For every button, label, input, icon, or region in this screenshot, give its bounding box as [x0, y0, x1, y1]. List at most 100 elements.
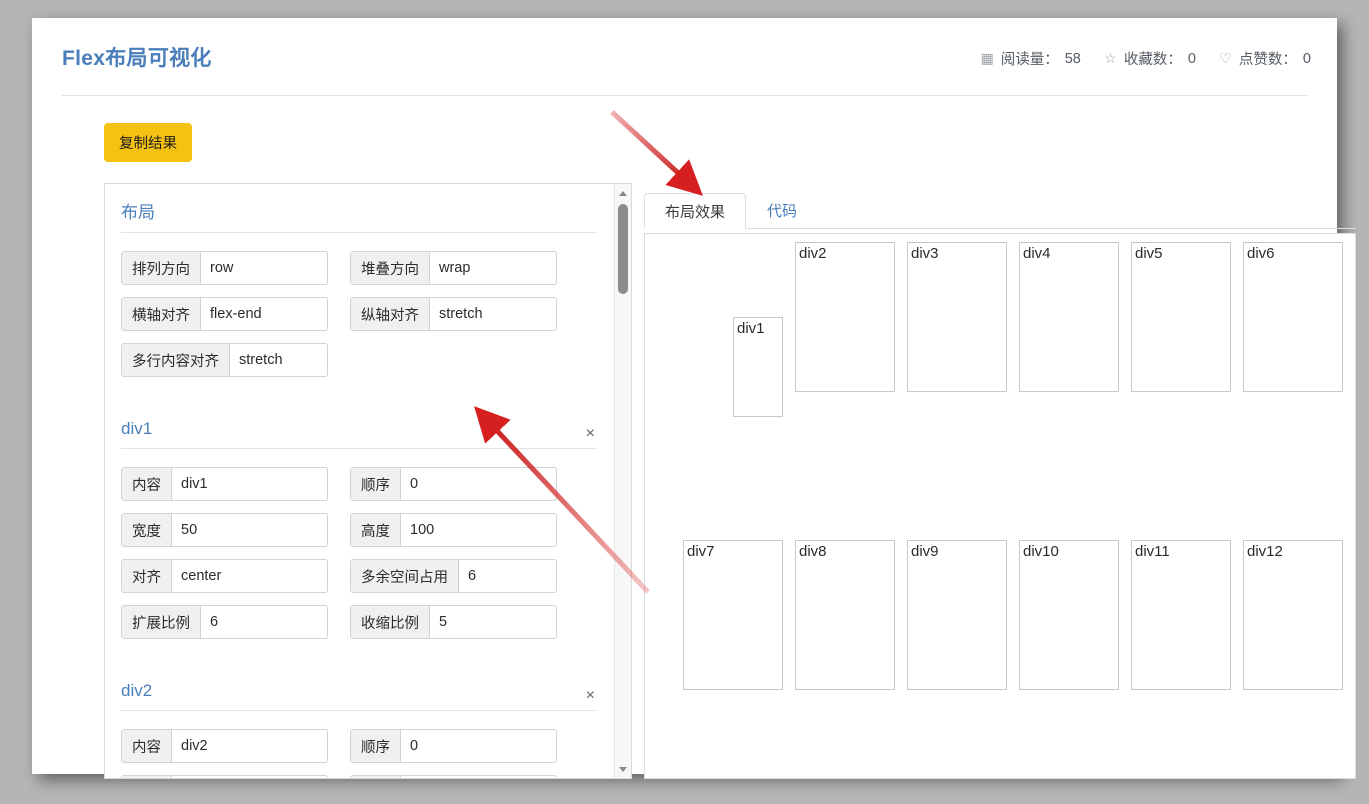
field-div2-width[interactable]: 宽度 — [121, 775, 328, 778]
field-flex-direction-label: 排列方向 — [122, 252, 201, 284]
field-div1-flex-basis[interactable]: 多余空间占用 — [350, 559, 557, 593]
field-div1-flex-shrink[interactable]: 收缩比例 — [350, 605, 557, 639]
field-div2-order-label: 顺序 — [351, 730, 401, 762]
page-header: Flex布局可视化 ▦ 阅读量： 58 ☆ 收藏数： 0 ♡ 点赞数： 0 — [62, 36, 1311, 92]
scroll-up-arrow-icon[interactable] — [615, 185, 631, 201]
close-icon-div2[interactable]: × — [586, 688, 595, 704]
header-stats: ▦ 阅读量： 58 ☆ 收藏数： 0 ♡ 点赞数： 0 — [980, 48, 1311, 69]
field-div1-height-input[interactable] — [401, 514, 556, 546]
field-div1-align-self[interactable]: 对齐 — [121, 559, 328, 593]
field-flex-wrap[interactable]: 堆叠方向 — [350, 251, 557, 285]
div1-field-row-1: 内容 顺序 — [121, 467, 597, 501]
field-div1-height[interactable]: 高度 — [350, 513, 557, 547]
field-justify-content[interactable]: 横轴对齐 — [121, 297, 328, 331]
div1-field-row-4: 扩展比例 收缩比例 — [121, 605, 597, 639]
flex-item-div4: div4 — [1019, 242, 1119, 392]
field-div1-flex-basis-input[interactable] — [459, 560, 556, 592]
settings-scrollbar[interactable] — [614, 184, 631, 778]
flex-item-div10: div10 — [1019, 540, 1119, 690]
close-icon-div1[interactable]: × — [586, 426, 595, 442]
scroll-down-arrow-icon[interactable] — [615, 761, 631, 777]
field-div2-order[interactable]: 顺序 — [350, 729, 557, 763]
field-div1-content-input[interactable] — [172, 468, 327, 500]
field-flex-wrap-label: 堆叠方向 — [351, 252, 430, 284]
div2-field-row-2: 宽度 高度 — [121, 775, 597, 778]
section-header-div1: div1 × — [121, 405, 597, 449]
field-flex-direction[interactable]: 排列方向 — [121, 251, 328, 285]
field-div1-align-self-input[interactable] — [172, 560, 327, 592]
stat-favorites-value: 0 — [1187, 50, 1196, 67]
field-div1-flex-basis-label: 多余空间占用 — [351, 560, 459, 592]
field-align-content[interactable]: 多行内容对齐 — [121, 343, 328, 377]
field-div2-content-input[interactable] — [172, 730, 327, 762]
field-div2-content[interactable]: 内容 — [121, 729, 328, 763]
field-justify-content-input[interactable] — [201, 298, 327, 330]
layout-fields: 排列方向 堆叠方向 横轴对齐 — [105, 233, 613, 377]
field-div1-flex-shrink-label: 收缩比例 — [351, 606, 430, 638]
field-div1-width-label: 宽度 — [122, 514, 172, 546]
field-div1-width[interactable]: 宽度 — [121, 513, 328, 547]
flex-item-div3: div3 — [907, 242, 1007, 392]
field-div1-flex-grow-label: 扩展比例 — [122, 606, 201, 638]
field-div2-height-label: 高度 — [351, 776, 401, 778]
stat-views-value: 58 — [1064, 50, 1081, 67]
field-div1-content[interactable]: 内容 — [121, 467, 328, 501]
book-icon: ▦ — [980, 50, 994, 66]
screen-root: Flex布局可视化 ▦ 阅读量： 58 ☆ 收藏数： 0 ♡ 点赞数： 0 复制… — [0, 0, 1369, 804]
field-div1-order[interactable]: 顺序 — [350, 467, 557, 501]
section-header-div2: div2 × — [121, 667, 597, 711]
field-div2-height[interactable]: 高度 — [350, 775, 557, 778]
div1-field-row-2: 宽度 高度 — [121, 513, 597, 547]
section-title-div2: div2 — [121, 681, 153, 700]
tab-code[interactable]: 代码 — [746, 192, 818, 228]
scrollbar-thumb[interactable] — [618, 204, 628, 294]
layout-field-row-3: 多行内容对齐 — [121, 343, 597, 377]
section-title-layout: 布局 — [121, 203, 155, 222]
field-align-items[interactable]: 纵轴对齐 — [350, 297, 557, 331]
flex-item-div1: div1 — [733, 317, 783, 417]
flex-item-div9: div9 — [907, 540, 1007, 690]
field-flex-wrap-input[interactable] — [430, 252, 556, 284]
field-div2-width-input[interactable] — [172, 776, 327, 778]
field-div1-order-input[interactable] — [401, 468, 556, 500]
field-div1-align-self-label: 对齐 — [122, 560, 172, 592]
flex-row-2: div7 div8 div9 div10 div11 div12 — [659, 512, 1343, 752]
field-div1-content-label: 内容 — [122, 468, 172, 500]
div2-fields: 内容 顺序 宽度 高度 — [105, 711, 613, 778]
field-div2-height-input[interactable] — [401, 776, 556, 778]
preview-panel: 布局效果 代码 div1 div2 div3 div4 div5 div6 di… — [644, 193, 1356, 779]
layout-field-row-1: 排列方向 堆叠方向 — [121, 251, 597, 285]
stat-likes-label: 点赞数： — [1238, 52, 1297, 68]
flex-row-1: div1 div2 div3 div4 div5 div6 — [659, 242, 1343, 492]
field-flex-direction-input[interactable] — [201, 252, 327, 284]
field-div2-width-label: 宽度 — [122, 776, 172, 778]
flex-item-div11: div11 — [1131, 540, 1231, 690]
field-div1-flex-grow[interactable]: 扩展比例 — [121, 605, 328, 639]
flex-item-div8: div8 — [795, 540, 895, 690]
tab-layout-effect[interactable]: 布局效果 — [644, 193, 747, 229]
div1-fields: 内容 顺序 宽度 高度 — [105, 449, 613, 639]
flex-stage: div1 div2 div3 div4 div5 div6 div7 div8 … — [659, 242, 1343, 772]
field-div2-order-input[interactable] — [401, 730, 556, 762]
flex-item-div2: div2 — [795, 242, 895, 392]
flex-item-div7: div7 — [683, 540, 783, 690]
field-align-items-input[interactable] — [430, 298, 556, 330]
field-align-items-label: 纵轴对齐 — [351, 298, 430, 330]
flex-item-div5: div5 — [1131, 242, 1231, 392]
field-div1-order-label: 顺序 — [351, 468, 401, 500]
layout-field-row-2: 横轴对齐 纵轴对齐 — [121, 297, 597, 331]
field-div2-content-label: 内容 — [122, 730, 172, 762]
flex-item-div12: div12 — [1243, 540, 1343, 690]
field-div1-width-input[interactable] — [172, 514, 327, 546]
copy-result-button[interactable]: 复制结果 — [104, 123, 192, 162]
field-div1-flex-grow-input[interactable] — [201, 606, 327, 638]
field-align-content-label: 多行内容对齐 — [122, 344, 230, 376]
field-justify-content-label: 横轴对齐 — [122, 298, 201, 330]
field-align-content-input[interactable] — [230, 344, 327, 376]
section-header-layout: 布局 — [121, 184, 597, 233]
settings-scroll-content: 布局 排列方向 堆叠方向 — [105, 184, 613, 778]
field-div1-flex-shrink-input[interactable] — [430, 606, 556, 638]
heart-icon: ♡ — [1219, 50, 1232, 66]
section-title-div1: div1 — [121, 419, 153, 438]
page-title: Flex布局可视化 — [62, 47, 212, 70]
